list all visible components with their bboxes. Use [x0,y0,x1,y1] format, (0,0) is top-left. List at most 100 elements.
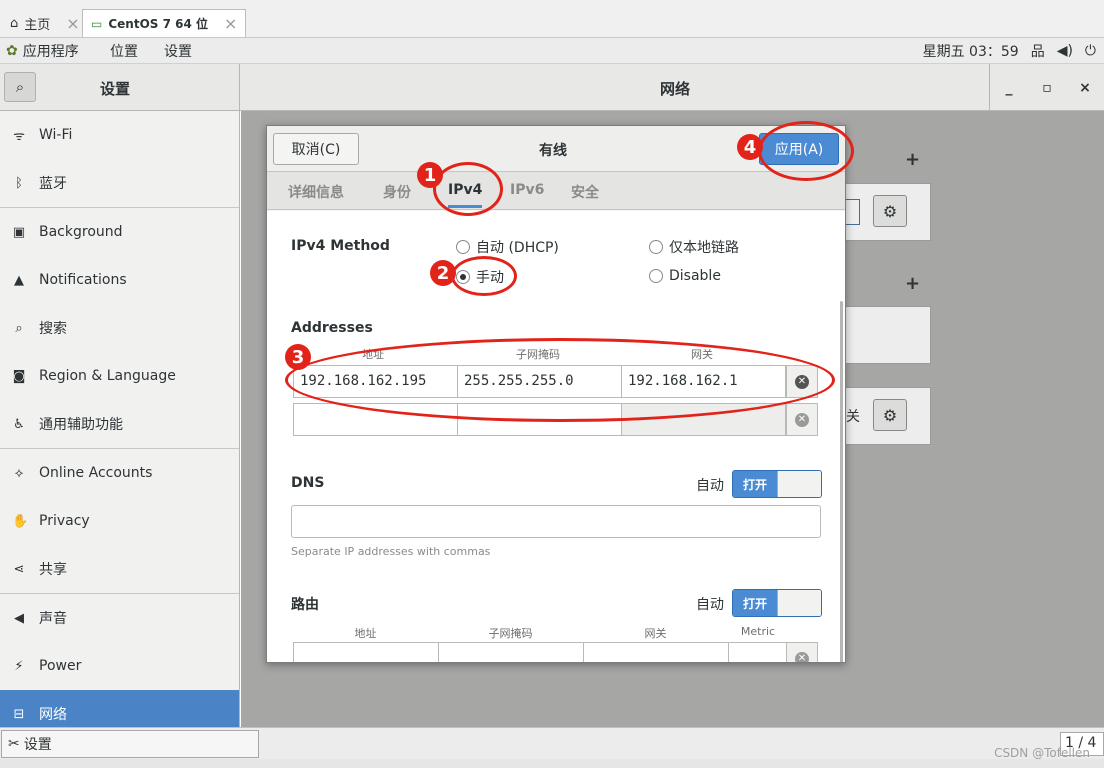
annotation-badge-1: 1 [417,162,443,188]
annotation-ring-ipv4 [433,162,503,216]
sidebar-item-region[interactable]: ◙ Region & Language [0,352,239,400]
gear-icon[interactable]: ⚙ [873,195,907,227]
radio-icon [649,269,663,283]
taskbar-item-settings[interactable]: ✂ 设置 [1,730,259,758]
method-link-local[interactable]: 仅本地链路 [649,237,739,257]
route-metric-field[interactable] [728,642,788,662]
delete-route-button[interactable]: ✕ [786,642,818,662]
routes-auto-label: 自动 [696,597,724,613]
sidebar-item-power[interactable]: ⚡ Power [0,642,239,690]
speaker-icon: ◀ [14,610,24,626]
route-gateway-field[interactable] [583,642,729,662]
cancel-button[interactable]: 取消(C) [273,133,359,165]
gnome-top-bar: ✿ 应用程序 位置 设置 星期五 03：59 品 ◀) ⏻ [0,38,1104,64]
places-label: 位置 [110,44,138,60]
settings-headerbar: ⌕ 设置 网络 _ ▫ × [0,64,1104,111]
annotation-ring-apply [758,121,854,181]
settings-sidebar: ᯤ Wi-Fi ᛒ 蓝牙 ▣ Background ▲ Notifications ⌕ 搜… [0,111,240,727]
sidebar-item-label: 网络 [39,707,67,723]
watermark: CSDN @Tofellen [994,746,1090,760]
ipv4-settings: IPv4 Method 自动 (DHCP) 仅本地链路 手动 Disable A… [267,211,845,662]
route-column-metric: Metric [740,625,776,638]
settings-menu[interactable]: 设置 [164,41,192,61]
gear-icon[interactable]: ⚙ [873,399,907,431]
sidebar-item-label: 通用辅助功能 [39,417,123,433]
close-window-button[interactable]: × [1066,64,1104,111]
sidebar-item-background[interactable]: ▣ Background [0,208,239,256]
tab-home[interactable]: ⌂ 主页 × [2,9,88,37]
tab-centos[interactable]: ▭ CentOS 7 64 位 × [82,9,247,37]
tab-security[interactable]: 安全 [571,182,599,202]
sidebar-item-privacy[interactable]: ✋ Privacy [0,497,239,545]
dns-input[interactable] [291,505,821,538]
sidebar-item-online-accounts[interactable]: ⟡ Online Accounts [0,449,239,497]
places-menu[interactable]: 位置 [110,41,138,61]
sidebar-header: ⌕ 设置 [0,64,240,111]
network-icon: ⊟ [13,706,25,722]
sidebar-item-search[interactable]: ⌕ 搜索 [0,304,239,352]
sidebar-item-notifications[interactable]: ▲ Notifications [0,256,239,304]
tab-centos-label: CentOS 7 64 位 [108,17,208,31]
proxy-panel: 关 ⚙ [831,387,931,445]
annotation-badge-4: 4 [737,134,763,160]
maximize-button[interactable]: ▫ [1028,64,1066,111]
ipv4-method-label: IPv4 Method [291,238,390,254]
routes-auto-switch[interactable]: 打开 [732,589,822,617]
power-icon: ⚡ [14,658,24,674]
vm-icon: ▭ [91,16,103,31]
tab-ipv6[interactable]: IPv6 [510,182,544,198]
dns-auto-switch[interactable]: 打开 [732,470,822,498]
add-connection-icon[interactable]: + [905,149,920,170]
switch-on-label: 打开 [733,590,777,616]
radio-label: Disable [669,268,721,284]
tab-details[interactable]: 详细信息 [288,182,344,202]
sidebar-item-bluetooth[interactable]: ᛒ 蓝牙 [0,159,239,207]
sidebar-item-label: Wi-Fi [39,127,73,143]
power-icon[interactable]: ⏻ [1085,43,1096,59]
vm-tab-bar: ⌂ 主页 × ▭ CentOS 7 64 位 × [0,0,1104,38]
route-netmask-field[interactable] [438,642,584,662]
close-icon[interactable]: × [224,14,237,33]
network-status-icon[interactable]: 品 [1031,41,1045,61]
delete-address-button[interactable]: ✕ [786,403,818,436]
route-column-gateway: 网关 [644,627,667,640]
sidebar-item-accessibility[interactable]: ♿ 通用辅助功能 [0,400,239,448]
vm-status-bar [0,759,1104,768]
close-icon[interactable]: × [66,14,79,33]
add-vpn-icon[interactable]: + [905,273,920,294]
tab-identity[interactable]: 身份 [383,182,411,202]
sidebar-item-sound[interactable]: ◀ 声音 [0,594,239,642]
sidebar-item-label: Region & Language [39,368,176,384]
search-icon: ⌕ [15,320,23,336]
dns-hint: Separate IP addresses with commas [291,545,491,558]
route-column-address: 地址 [354,627,377,640]
method-auto-dhcp[interactable]: 自动 (DHCP) [456,237,559,257]
minimize-button[interactable]: _ [990,64,1028,111]
applications-menu[interactable]: ✿ 应用程序 [6,41,79,61]
volume-icon[interactable]: ◀) [1057,43,1073,59]
scrollbar[interactable] [840,301,843,662]
share-icon: ⋖ [13,561,25,577]
sidebar-item-network[interactable]: ⊟ 网络 [0,690,239,727]
clock[interactable]: 星期五 03：59 [923,41,1019,61]
search-icon: ⌕ [15,78,25,96]
bluetooth-icon: ᛒ [15,175,23,191]
applications-label: 应用程序 [22,44,79,60]
window-controls: _ ▫ × [989,64,1104,111]
switch-knob [776,471,821,497]
sidebar-item-label: 蓝牙 [39,176,67,192]
dialog-title: 有线 [539,143,567,159]
method-disable[interactable]: Disable [649,268,721,284]
route-address-field[interactable] [293,642,439,662]
sidebar-item-sharing[interactable]: ⋖ 共享 [0,545,239,593]
annotation-ring-manual [451,256,517,296]
sidebar-item-label: 搜索 [39,321,67,337]
route-column-netmask: 子网掩码 [488,627,533,640]
sidebar-item-label: 声音 [39,611,67,627]
search-button[interactable]: ⌕ [4,72,36,102]
dns-auto-label: 自动 [696,478,724,494]
radio-label: 自动 (DHCP) [476,240,559,256]
tools-icon: ✂ [8,736,20,752]
sidebar-item-wifi[interactable]: ᯤ Wi-Fi [0,111,239,159]
accessibility-icon: ♿ [13,416,25,432]
